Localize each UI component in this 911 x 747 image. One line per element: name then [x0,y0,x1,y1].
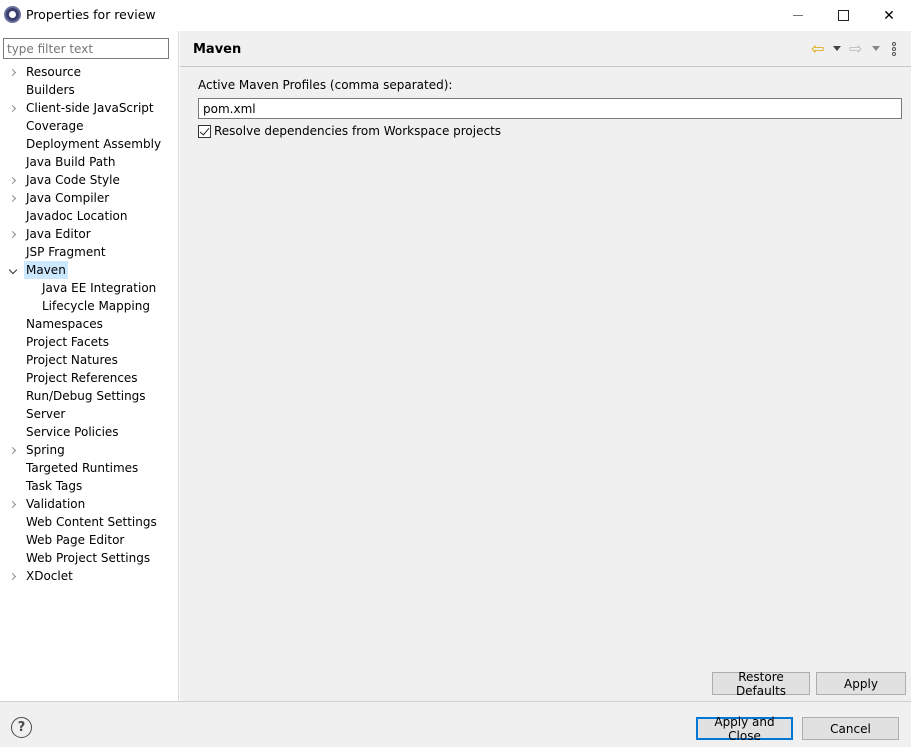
tree-item-label[interactable]: Web Content Settings [24,513,159,531]
chevron-right-icon[interactable] [8,441,18,459]
tree-item[interactable]: Deployment Assembly [0,135,178,153]
tree-item[interactable]: Builders [0,81,178,99]
profiles-input[interactable] [198,98,902,119]
tree-item-label[interactable]: Namespaces [24,315,105,333]
tree-item-label[interactable]: Java Compiler [24,189,111,207]
maximize-icon [837,10,849,21]
tree-item[interactable]: Java Compiler [0,189,178,207]
view-menu-icon[interactable] [892,42,898,58]
tree-item[interactable]: Java EE Integration [0,279,178,297]
chevron-right-icon[interactable] [8,63,18,81]
page-title: Maven [193,42,242,57]
close-icon: ✕ [883,7,895,24]
tree-item[interactable]: Targeted Runtimes [0,459,178,477]
tree-item[interactable]: Javadoc Location [0,207,178,225]
tree-item[interactable]: Java Editor [0,225,178,243]
tree-item-label[interactable]: Lifecycle Mapping [40,297,152,315]
tree-item[interactable]: XDoclet [0,567,178,585]
chevron-right-icon[interactable] [8,495,18,513]
minimize-button[interactable] [775,0,821,31]
tree-item-label[interactable]: Maven [24,261,68,279]
apply-button[interactable]: Apply [816,672,906,695]
close-button[interactable]: ✕ [866,0,911,31]
tree-item[interactable]: Java Code Style [0,171,178,189]
tree-item-label[interactable]: Coverage [24,117,86,135]
tree-item-label[interactable]: Builders [24,81,77,99]
navigation-pane: ResourceBuildersClient-side JavaScriptCo… [0,31,179,701]
tree-item[interactable]: Server [0,405,178,423]
tree-item[interactable]: Resource [0,63,178,81]
profiles-label: Active Maven Profiles (comma separated): [198,78,453,92]
chevron-right-icon[interactable] [8,171,18,189]
property-tree: Resource Builders Client-side JavaScript Co… [0,63,178,585]
chevron-right-icon[interactable] [8,99,18,117]
tree-item-label[interactable]: Service Policies [24,423,121,441]
tree-item[interactable]: Validation [0,495,178,513]
resolve-workspace-label[interactable]: Resolve dependencies from Workspace proj… [214,124,501,138]
tree-item[interactable]: Task Tags [0,477,178,495]
tree-item-label[interactable]: Server [24,405,67,423]
minimize-icon [793,15,803,16]
restore-defaults-button[interactable]: Restore Defaults [712,670,810,698]
back-dropdown-icon[interactable] [833,46,841,51]
tree-item-label[interactable]: Project References [24,369,140,387]
tree-item-label[interactable]: Targeted Runtimes [24,459,140,477]
page-navigation: ⇦ ⇨ [811,41,907,59]
tree-item-label[interactable]: Web Project Settings [24,549,152,567]
tree-item-label[interactable]: Web Page Editor [24,531,126,549]
tree-item[interactable]: Coverage [0,117,178,135]
tree-item[interactable]: Project Facets [0,333,178,351]
chevron-right-icon[interactable] [8,189,18,207]
tree-item-label[interactable]: Project Facets [24,333,111,351]
tree-item-label[interactable]: Validation [24,495,87,513]
chevron-down-icon[interactable] [8,261,18,279]
tree-item[interactable]: Service Policies [0,423,178,441]
tree-item[interactable]: Lifecycle Mapping [0,297,178,315]
tree-item[interactable]: Web Project Settings [0,549,178,567]
resolve-workspace-checkbox[interactable] [198,125,211,138]
tree-item-label[interactable]: Java Build Path [24,153,117,171]
tree-item-label[interactable]: Project Natures [24,351,120,369]
tree-item[interactable]: Project References [0,369,178,387]
chevron-right-icon[interactable] [8,225,18,243]
tree-item-label[interactable]: Java Code Style [24,171,122,189]
apply-and-close-button[interactable]: Apply and Close [696,715,793,743]
cancel-button[interactable]: Cancel [802,717,899,740]
maximize-button[interactable] [820,0,866,31]
tree-item-label[interactable]: Javadoc Location [24,207,129,225]
help-icon[interactable]: ? [11,717,32,738]
title-bar: Properties for review ✕ [0,0,911,31]
tree-item-label[interactable]: JSP Fragment [24,243,108,261]
tree-item[interactable]: Namespaces [0,315,178,333]
tree-item-label[interactable]: Task Tags [24,477,84,495]
tree-item[interactable]: JSP Fragment [0,243,178,261]
tree-item-label[interactable]: Java Editor [24,225,93,243]
tree-item[interactable]: Client-side JavaScript [0,99,178,117]
tree-item[interactable]: Spring [0,441,178,459]
tree-item-label[interactable]: Resource [24,63,83,81]
tree-item-label[interactable]: XDoclet [24,567,75,585]
forward-arrow-icon[interactable]: ⇨ [849,41,862,57]
chevron-right-icon[interactable] [8,567,18,585]
filter-input[interactable] [3,38,169,59]
eclipse-icon [4,6,21,23]
tree-item-label[interactable]: Client-side JavaScript [24,99,156,117]
dialog-footer: ? Apply and Close Cancel [0,701,911,747]
tree-item-label[interactable]: Spring [24,441,67,459]
tree-item[interactable]: Java Build Path [0,153,178,171]
tree-item-label[interactable]: Deployment Assembly [24,135,163,153]
window-title: Properties for review [26,7,156,22]
back-arrow-icon[interactable]: ⇦ [811,41,824,57]
tree-item[interactable]: Run/Debug Settings [0,387,178,405]
forward-dropdown-icon[interactable] [872,46,880,51]
tree-item[interactable]: Project Natures [0,351,178,369]
tree-item-label[interactable]: Java EE Integration [40,279,158,297]
tree-item[interactable]: Web Page Editor [0,531,178,549]
tree-item-label[interactable]: Run/Debug Settings [24,387,148,405]
page-header: Maven ⇦ ⇨ [180,31,911,67]
tree-item[interactable]: Web Content Settings [0,513,178,531]
property-page: Maven ⇦ ⇨ Active Maven Profiles (comma s… [180,31,911,701]
tree-item[interactable]: Maven [0,261,178,279]
